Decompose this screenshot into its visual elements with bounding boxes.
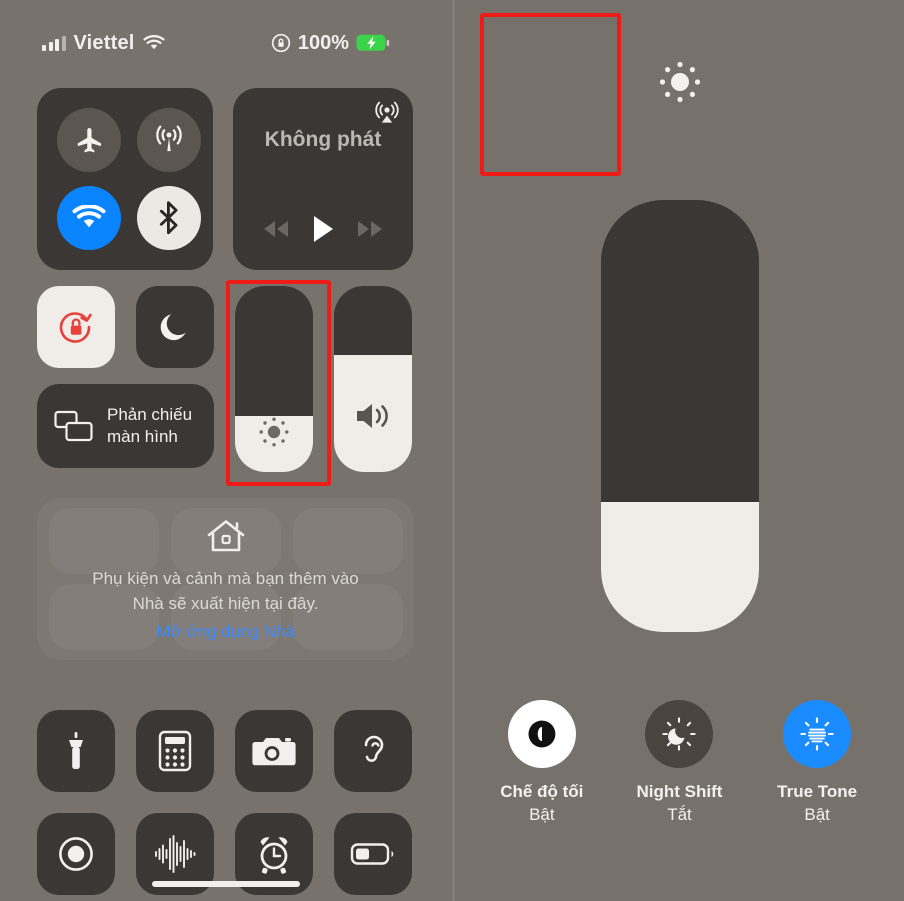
flashlight-icon <box>69 732 83 769</box>
now-playing-title: Không phát <box>264 128 382 151</box>
dark-mode-label: Chế độ tối <box>500 782 584 801</box>
play-icon[interactable] <box>310 214 336 244</box>
dark-mode-option[interactable]: Chế độ tối Bật <box>476 700 608 825</box>
screen-record-button[interactable] <box>37 813 115 895</box>
true-tone-icon <box>800 717 834 751</box>
shortcut-grid <box>37 710 414 895</box>
night-shift-option[interactable]: Night Shift Tắt <box>613 700 745 825</box>
camera-icon <box>252 738 296 766</box>
low-power-mode-button[interactable] <box>334 813 412 895</box>
dark-mode-button[interactable] <box>507 700 576 768</box>
airplay-audio-icon[interactable] <box>373 98 401 126</box>
ghost-tile-3 <box>293 508 403 574</box>
bluetooth-icon <box>159 201 178 235</box>
cellular-antenna-icon <box>156 125 182 152</box>
true-tone-label: True Tone <box>777 782 858 801</box>
brightness-expanded-fill <box>600 502 759 632</box>
open-home-app-link[interactable]: Mở ứng dụng Nhà <box>156 622 295 642</box>
focus-dnd-toggle[interactable] <box>136 286 214 368</box>
cellular-bars-icon <box>42 35 66 51</box>
status-bar-left: Viettel <box>42 32 165 55</box>
connectivity-module <box>37 88 213 270</box>
night-shift-label: Night Shift <box>636 782 723 801</box>
airplane-mode-toggle[interactable] <box>57 108 121 172</box>
true-tone-button[interactable] <box>783 700 852 768</box>
media-controls <box>233 214 413 244</box>
wifi-icon <box>143 34 165 49</box>
ghost-tile-1 <box>49 508 159 574</box>
home-accessories-card[interactable]: Phụ kiện và cảnh mà bạn thêm vào Nhà sẽ … <box>37 498 414 660</box>
battery-percent-label: 100% <box>297 31 349 54</box>
cellular-data-toggle[interactable] <box>137 108 201 172</box>
brightness-expanded-slider[interactable] <box>600 200 759 632</box>
screen-mirroring-line2: màn hình <box>107 427 178 446</box>
rotation-lock-icon <box>59 312 92 343</box>
night-shift-icon <box>662 717 697 751</box>
dark-mode-highlight <box>480 13 621 176</box>
battery-charging-icon <box>356 34 390 51</box>
true-tone-option[interactable]: True Tone Bật <box>751 700 883 825</box>
dark-mode-state: Bật <box>529 805 555 824</box>
airplane-icon <box>77 128 101 153</box>
brightness-sun-icon <box>259 417 289 447</box>
home-indicator <box>152 881 300 887</box>
home-card-text: Phụ kiện và cảnh mà bạn thêm vào Nhà sẽ … <box>92 566 359 616</box>
rewind-icon[interactable] <box>261 219 291 239</box>
display-options-row: Chế độ tối Bật Night Shift Tắt True Tone… <box>455 700 904 825</box>
brightness-slider[interactable] <box>235 286 313 472</box>
night-shift-state: Tắt <box>667 805 692 824</box>
wifi-toggle[interactable] <box>57 186 121 250</box>
low-power-battery-icon <box>350 843 394 865</box>
screen-record-icon <box>59 837 93 871</box>
right-panel-brightness-expanded: Chế độ tối Bật Night Shift Tắt True Tone… <box>452 0 904 901</box>
screen-mirroring-line1: Phản chiếu <box>107 405 193 424</box>
calculator-button[interactable] <box>136 710 214 792</box>
screen-mirroring-label: Phản chiếu màn hình <box>107 404 192 448</box>
screen-mirroring-button[interactable]: Phản chiếu màn hình <box>37 384 214 468</box>
alarm-clock-icon <box>260 837 288 874</box>
now-playing-module[interactable]: Không phát <box>233 88 413 270</box>
flashlight-button[interactable] <box>37 710 115 792</box>
carrier-label: Viettel <box>73 31 135 54</box>
volume-slider[interactable] <box>334 286 412 472</box>
fast-forward-icon[interactable] <box>355 219 385 239</box>
wifi-icon <box>72 205 106 228</box>
brightness-slider-icon-wrap <box>235 412 313 452</box>
brightness-sun-icon <box>659 61 700 103</box>
house-icon <box>207 520 244 552</box>
dark-mode-icon <box>528 720 556 748</box>
screen-mirroring-icon <box>54 410 93 442</box>
speaker-icon <box>357 404 388 428</box>
rotation-lock-toggle[interactable] <box>37 286 115 368</box>
hearing-button[interactable] <box>334 710 412 792</box>
home-card-line2: Nhà sẽ xuất hiện tại đây. <box>132 594 319 613</box>
rotation-lock-icon <box>271 33 290 53</box>
moon-icon <box>160 314 186 341</box>
home-card-line1: Phụ kiện và cảnh mà bạn thêm vào <box>92 569 359 588</box>
volume-slider-icon-wrap <box>334 398 412 434</box>
night-shift-button[interactable] <box>645 700 714 768</box>
left-panel-control-center: Viettel 100% Không phát Phản chiếu màn h… <box>0 0 452 901</box>
status-bar-right: 100% <box>271 32 390 55</box>
true-tone-state: Bật <box>804 805 830 824</box>
camera-button[interactable] <box>235 710 313 792</box>
sound-recognition-icon <box>155 835 196 873</box>
status-bar: Viettel 100% <box>0 26 452 60</box>
hearing-ear-icon <box>364 735 384 762</box>
bluetooth-toggle[interactable] <box>137 186 201 250</box>
calculator-icon <box>158 730 192 772</box>
control-center-screenshot: Viettel 100% Không phát Phản chiếu màn h… <box>0 0 904 901</box>
